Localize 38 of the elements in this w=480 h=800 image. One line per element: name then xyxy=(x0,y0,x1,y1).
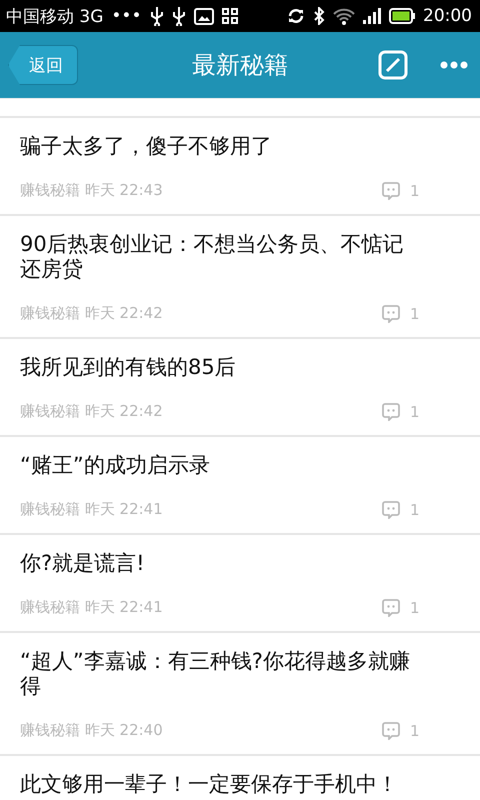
usb-icon xyxy=(150,6,164,26)
post-title[interactable]: 你?就是谎言! xyxy=(20,551,460,576)
post-title[interactable]: “超人”李嘉诚：有三种钱?你花得越多就赚得 xyxy=(20,649,460,699)
post-title[interactable]: 我所见到的有钱的85后 xyxy=(20,355,460,380)
signal-icon xyxy=(363,8,381,24)
post-meta: 赚钱秘籍 昨天 22:43 xyxy=(20,181,164,200)
sync-icon xyxy=(287,8,305,24)
comment-icon xyxy=(382,598,400,616)
comment-count: 1 xyxy=(410,182,421,200)
comment-icon xyxy=(382,500,400,518)
bluetooth-icon xyxy=(313,7,325,25)
comment-count: 1 xyxy=(410,304,421,322)
clock-time: 20:00 xyxy=(423,6,472,26)
post-meta: 赚钱秘籍 昨天 22:42 xyxy=(20,304,164,323)
post-meta: 赚钱秘籍 昨天 22:42 xyxy=(20,402,164,421)
comment-icon xyxy=(382,182,400,200)
usb-icon xyxy=(172,6,186,26)
post-title[interactable]: “赌王”的成功启示录 xyxy=(20,453,460,478)
post-title[interactable]: 骗子太多了，傻子不够用了 xyxy=(20,134,460,159)
post-meta: 赚钱秘籍 昨天 22:41 xyxy=(20,500,164,519)
post-title[interactable]: 此文够用一辈子！一定要保存于手机中！ xyxy=(20,772,460,797)
notification-dots: ••• xyxy=(111,6,142,26)
screen-title: 最新秘籍 xyxy=(192,50,288,81)
post-meta: 赚钱秘籍 昨天 22:40 xyxy=(20,721,164,740)
battery-icon xyxy=(389,8,415,24)
comment-icon xyxy=(382,402,400,420)
comment-count: 1 xyxy=(410,598,421,616)
comment-count: 1 xyxy=(410,500,421,518)
post-meta: 赚钱秘籍 昨天 22:41 xyxy=(20,598,164,617)
comment-count: 1 xyxy=(410,722,421,740)
carrier-text: 中国移动 3G xyxy=(6,6,104,28)
comment-icon xyxy=(382,304,400,322)
grid-icon xyxy=(222,8,238,24)
wifi-icon xyxy=(333,8,355,24)
comment-icon xyxy=(382,722,400,740)
comment-count: 1 xyxy=(410,402,421,420)
image-icon xyxy=(194,8,214,24)
post-title[interactable]: 90后热衷创业记：不想当公务员、不惦记还房贷 xyxy=(20,232,460,282)
